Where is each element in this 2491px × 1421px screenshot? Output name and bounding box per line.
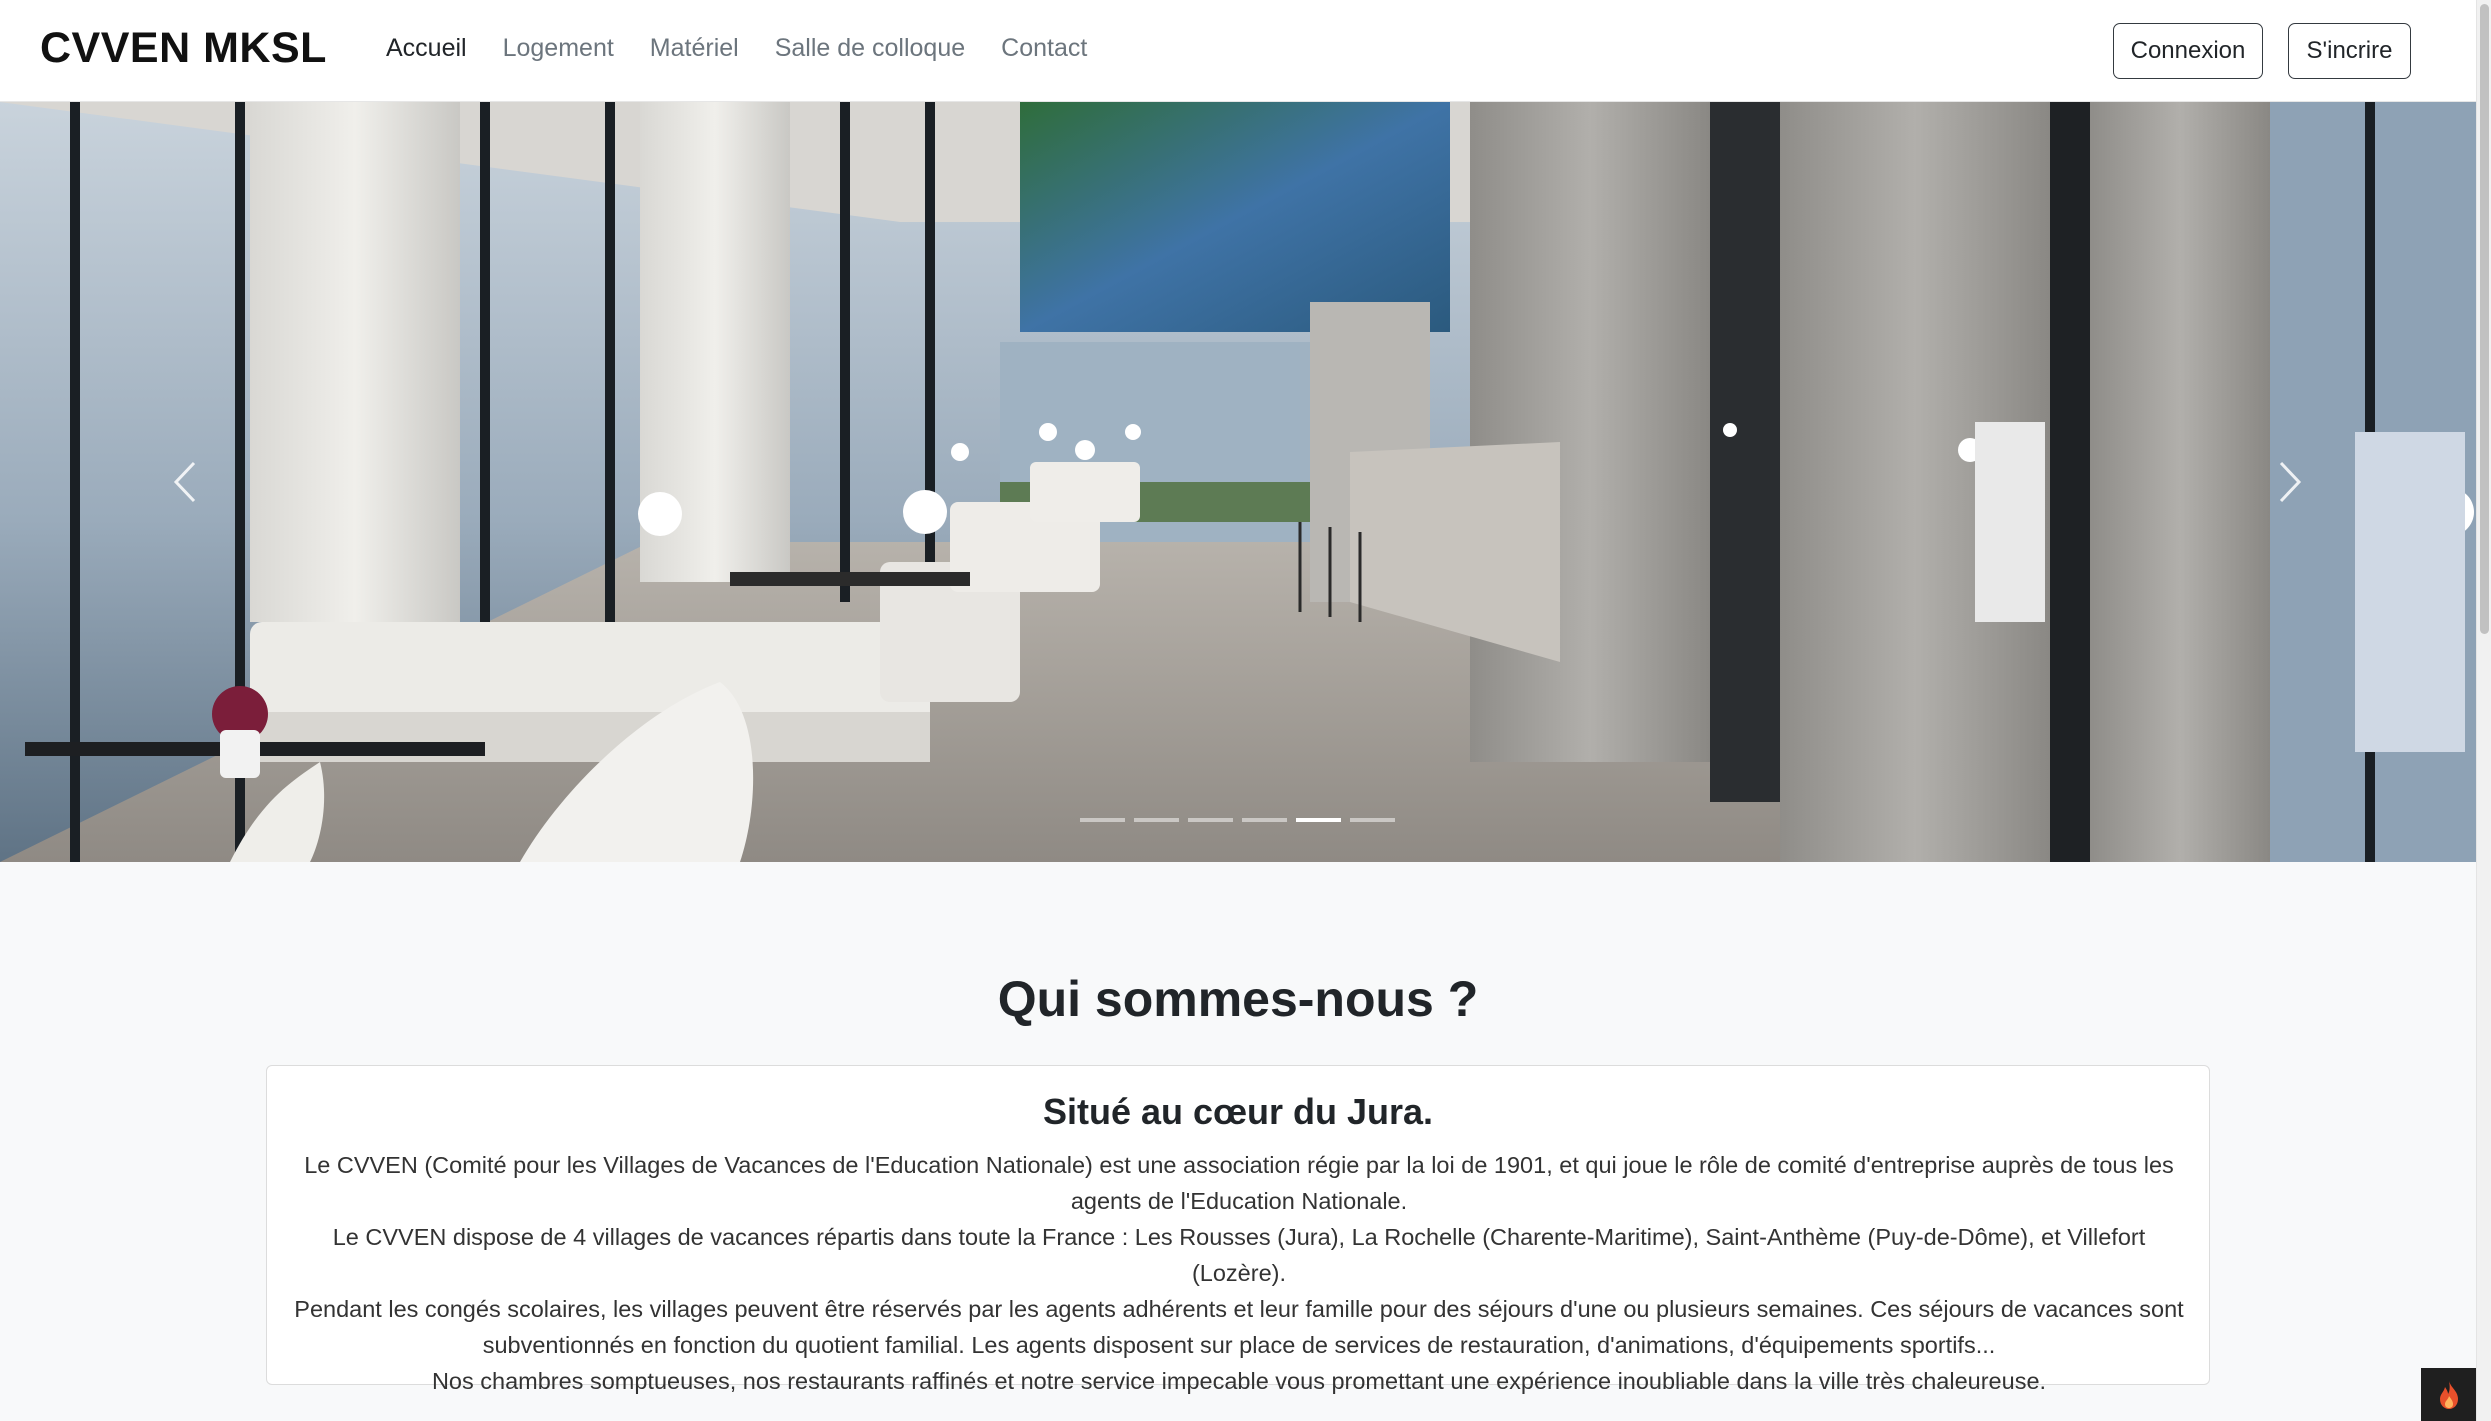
about-paragraph: Pendant les congés scolaires, les villag… — [294, 1296, 2184, 1358]
login-button[interactable]: Connexion — [2113, 23, 2263, 79]
corner-widget[interactable] — [2421, 1368, 2476, 1421]
about-paragraph: Le CVVEN (Comité pour les Villages de Va… — [304, 1152, 2174, 1214]
carousel-indicator-2[interactable] — [1134, 818, 1179, 822]
nav-link-accueil[interactable]: Accueil — [386, 34, 467, 63]
carousel-indicator-5[interactable] — [1296, 818, 1341, 822]
carousel-next-button[interactable] — [2250, 442, 2330, 522]
carousel-indicator-4[interactable] — [1242, 818, 1287, 822]
flame-icon — [2439, 1380, 2458, 1409]
brand-logo[interactable]: CVVEN MKSL — [40, 24, 327, 73]
about-card: Situé au cœur du Jura. Le CVVEN (Comité … — [266, 1065, 2210, 1394]
card-text: Le CVVEN (Comité pour les Villages de Va… — [289, 1147, 2189, 1399]
carousel-indicator-6[interactable] — [1350, 818, 1395, 822]
carousel-indicator-1[interactable] — [1080, 818, 1125, 822]
nav-link-contact[interactable]: Contact — [1001, 34, 1087, 63]
chevron-right-icon — [2279, 461, 2302, 503]
section-title: Qui sommes-nous ? — [997, 971, 1479, 1027]
card-title: Situé au cœur du Jura. — [1042, 1091, 1434, 1132]
nav-link-logement[interactable]: Logement — [503, 34, 614, 63]
navbar: CVVEN MKSL Accueil Logement Matériel Sal… — [0, 0, 2476, 102]
page-scrollbar[interactable] — [2476, 0, 2491, 1421]
signup-button[interactable]: S'incrire — [2288, 23, 2411, 79]
carousel-indicator-3[interactable] — [1188, 818, 1233, 822]
carousel-prev-button[interactable] — [145, 442, 225, 522]
nav-link-salle-de-colloque[interactable]: Salle de colloque — [775, 34, 965, 63]
nav-link-materiel[interactable]: Matériel — [650, 34, 739, 63]
carousel-slide-image — [0, 102, 2476, 862]
about-paragraph: Le CVVEN dispose de 4 villages de vacanc… — [332, 1224, 2146, 1286]
nav-links: Accueil Logement Matériel Salle de collo… — [386, 34, 1087, 63]
chevron-left-icon — [173, 461, 196, 503]
about-paragraph: Nos chambres somptueuses, nos restaurant… — [431, 1368, 2047, 1394]
carousel-indicators — [1080, 818, 1395, 822]
hero-carousel — [0, 102, 2476, 862]
scrollbar-thumb[interactable] — [2480, 4, 2489, 634]
